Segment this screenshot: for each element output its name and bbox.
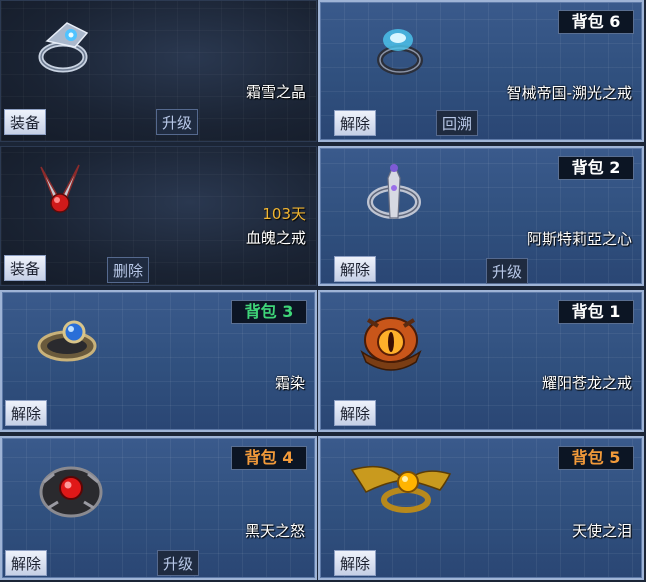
- backpack-slot-badge: 背包 1: [558, 300, 634, 324]
- remaining-days: 103天: [262, 205, 306, 223]
- delete-button[interactable]: 删除: [107, 257, 150, 283]
- retrace-button[interactable]: 回溯: [436, 110, 479, 136]
- ring-name: 霜雪之晶: [245, 83, 306, 101]
- ring-card-retrace-light[interactable]: 背包 6 智械帝国-溯光之戒 解除 回溯: [318, 0, 644, 142]
- backpack-slot-badge: 背包 6: [558, 10, 634, 34]
- upgrade-button[interactable]: 升级: [486, 258, 529, 284]
- ring-name: 血魄之戒: [245, 229, 306, 247]
- golden-wing-ring-icon: [350, 465, 452, 513]
- backpack-slot-badge: 背包 4: [231, 446, 307, 470]
- ring-name: 智械帝国-溯光之戒: [506, 84, 632, 102]
- ring-card-blood-soul[interactable]: 103天 血魄之戒 装备 删除: [0, 146, 317, 286]
- unequip-button[interactable]: 解除: [334, 256, 377, 282]
- unequip-button[interactable]: 解除: [334, 110, 377, 136]
- unequip-button[interactable]: 解除: [5, 400, 48, 426]
- blue-crystal-ring-icon: [377, 29, 423, 75]
- ring-card-astraea-heart[interactable]: 背包 2 阿斯特莉亞之心 解除 升级: [318, 146, 644, 286]
- ring-card-frost-crystal[interactable]: 霜雪之晶 装备 升级: [0, 0, 317, 142]
- upgrade-button[interactable]: 升级: [156, 109, 199, 135]
- sapphire-gold-ring-icon: [37, 320, 97, 362]
- ring-name: 耀阳苍龙之戒: [541, 374, 632, 392]
- ring-name: 阿斯特莉亞之心: [526, 230, 632, 248]
- unequip-button[interactable]: 解除: [5, 550, 48, 576]
- black-red-ruby-ring-icon: [39, 466, 103, 518]
- unequip-button[interactable]: 解除: [334, 550, 377, 576]
- ring-name: 天使之泪: [571, 522, 632, 540]
- silver-blue-gem-ring-icon: [38, 22, 89, 73]
- ring-name: 黑天之怒: [244, 522, 305, 540]
- ring-card-sun-azure-dragon[interactable]: 背包 1 耀阳苍龙之戒 解除: [318, 290, 644, 432]
- dragon-eye-ring-icon: [360, 317, 422, 371]
- backpack-slot-badge: 背包 5: [558, 446, 634, 470]
- ring-name: 霜染: [274, 374, 305, 392]
- goddess-silver-ring-icon: [367, 162, 421, 219]
- ring-card-frost-dye[interactable]: 背包 3 霜染 解除: [0, 290, 317, 432]
- ring-equipment-grid: 霜雪之晶 装备 升级 背包 6 智械帝国-溯光之戒 解除 回溯 103天 血魄之…: [0, 0, 646, 582]
- equip-button[interactable]: 装备: [4, 255, 47, 281]
- equip-button[interactable]: 装备: [4, 109, 47, 135]
- backpack-slot-badge: 背包 3: [231, 300, 307, 324]
- upgrade-button[interactable]: 升级: [157, 550, 200, 576]
- unequip-button[interactable]: 解除: [334, 400, 377, 426]
- backpack-slot-badge: 背包 2: [558, 156, 634, 180]
- ring-card-black-sky-wrath[interactable]: 背包 4 黑天之怒 解除 升级: [0, 436, 317, 580]
- red-bead-wing-ring-icon: [40, 164, 80, 213]
- ring-card-angel-tears[interactable]: 背包 5 天使之泪 解除: [318, 436, 644, 580]
